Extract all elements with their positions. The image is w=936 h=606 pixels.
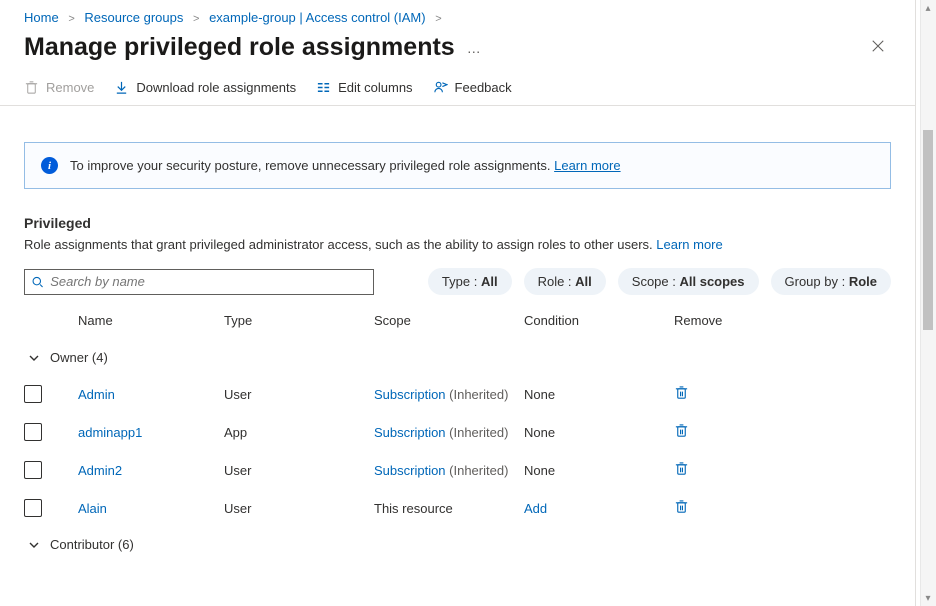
trash-icon	[674, 461, 689, 476]
edit-columns-button[interactable]: Edit columns	[316, 80, 412, 95]
row-condition-link[interactable]: Add	[524, 501, 547, 516]
row-type: App	[224, 425, 374, 440]
breadcrumb-group[interactable]: example-group | Access control (IAM)	[209, 10, 426, 25]
table-header: Name Type Scope Condition Remove	[24, 303, 891, 340]
table-row: Alain UserThis resourceAdd	[24, 489, 891, 527]
row-scope-link[interactable]: Subscription	[374, 425, 446, 440]
breadcrumb-resource-groups[interactable]: Resource groups	[84, 10, 183, 25]
group-owner-label: Owner (4)	[50, 350, 108, 365]
row-condition: None	[524, 425, 674, 440]
trash-icon	[24, 80, 39, 95]
close-icon	[871, 39, 885, 53]
row-scope-link[interactable]: Subscription	[374, 387, 446, 402]
chevron-right-icon: >	[68, 13, 74, 25]
col-condition[interactable]: Condition	[524, 313, 674, 328]
row-name-link[interactable]: adminapp1	[78, 425, 142, 440]
filter-groupby[interactable]: Group by : Role	[771, 268, 891, 295]
chevron-down-icon	[28, 539, 40, 551]
download-label: Download role assignments	[136, 80, 296, 95]
row-condition: None	[524, 463, 674, 478]
remove-label: Remove	[46, 80, 94, 95]
row-name-link[interactable]: Admin	[78, 387, 115, 402]
feedback-icon	[433, 80, 448, 95]
row-condition: None	[524, 387, 674, 402]
group-contributor-label: Contributor (6)	[50, 537, 134, 552]
chevron-down-icon	[28, 352, 40, 364]
scroll-up-icon[interactable]: ▴	[920, 0, 936, 16]
trash-icon	[674, 385, 689, 400]
remove-button: Remove	[24, 80, 94, 95]
scrollbar[interactable]: ▴ ▾	[920, 0, 936, 606]
row-checkbox[interactable]	[24, 461, 42, 479]
scrollbar-thumb[interactable]	[923, 130, 933, 330]
table-row: Admin2 UserSubscription (Inherited)None	[24, 451, 891, 489]
search-input[interactable]	[50, 274, 367, 289]
table-row: adminapp1 AppSubscription (Inherited)None	[24, 413, 891, 451]
columns-icon	[316, 80, 331, 95]
row-condition: Add	[524, 501, 674, 516]
edit-columns-label: Edit columns	[338, 80, 412, 95]
assignments-table: Name Type Scope Condition Remove Owner (…	[24, 303, 891, 562]
chevron-right-icon: >	[193, 13, 199, 25]
section-title: Privileged	[24, 215, 891, 231]
info-banner: i To improve your security posture, remo…	[24, 142, 891, 189]
row-scope: Subscription (Inherited)	[374, 463, 524, 478]
col-scope[interactable]: Scope	[374, 313, 524, 328]
row-remove-button[interactable]	[674, 385, 794, 403]
row-remove-button[interactable]	[674, 423, 794, 441]
filter-type[interactable]: Type : All	[428, 268, 512, 295]
section-description: Role assignments that grant privileged a…	[24, 237, 891, 252]
row-scope: This resource	[374, 501, 524, 516]
feedback-label: Feedback	[455, 80, 512, 95]
table-row: Admin UserSubscription (Inherited)None	[24, 375, 891, 413]
row-remove-button[interactable]	[674, 499, 794, 517]
download-icon	[114, 80, 129, 95]
row-checkbox[interactable]	[24, 385, 42, 403]
row-name-link[interactable]: Admin2	[78, 463, 122, 478]
breadcrumb-home[interactable]: Home	[24, 10, 59, 25]
group-owner[interactable]: Owner (4)	[24, 340, 891, 375]
filter-scope[interactable]: Scope : All scopes	[618, 268, 759, 295]
info-learn-more-link[interactable]: Learn more	[554, 158, 620, 173]
row-scope: Subscription (Inherited)	[374, 387, 524, 402]
col-remove[interactable]: Remove	[674, 313, 794, 328]
info-banner-text: To improve your security posture, remove…	[70, 158, 621, 173]
close-button[interactable]	[865, 33, 891, 62]
filter-role[interactable]: Role : All	[524, 268, 606, 295]
search-input-container[interactable]	[24, 269, 374, 295]
feedback-button[interactable]: Feedback	[433, 80, 512, 95]
page-title: Manage privileged role assignments	[24, 33, 455, 62]
group-contributor[interactable]: Contributor (6)	[24, 527, 891, 562]
col-type[interactable]: Type	[224, 313, 374, 328]
row-type: User	[224, 463, 374, 478]
col-name[interactable]: Name	[78, 313, 224, 328]
row-scope-link[interactable]: Subscription	[374, 463, 446, 478]
trash-icon	[674, 499, 689, 514]
row-name-link[interactable]: Alain	[78, 501, 107, 516]
section-learn-more-link[interactable]: Learn more	[656, 237, 722, 252]
row-type: User	[224, 387, 374, 402]
row-scope: Subscription (Inherited)	[374, 425, 524, 440]
breadcrumb: Home > Resource groups > example-group |…	[0, 0, 915, 31]
chevron-right-icon: >	[435, 13, 441, 25]
row-remove-button[interactable]	[674, 461, 794, 479]
scroll-down-icon[interactable]: ▾	[920, 590, 936, 606]
search-icon	[31, 275, 44, 289]
row-checkbox[interactable]	[24, 423, 42, 441]
row-type: User	[224, 501, 374, 516]
info-icon: i	[41, 157, 58, 174]
more-icon[interactable]: …	[467, 40, 481, 56]
trash-icon	[674, 423, 689, 438]
row-checkbox[interactable]	[24, 499, 42, 517]
download-button[interactable]: Download role assignments	[114, 80, 296, 95]
